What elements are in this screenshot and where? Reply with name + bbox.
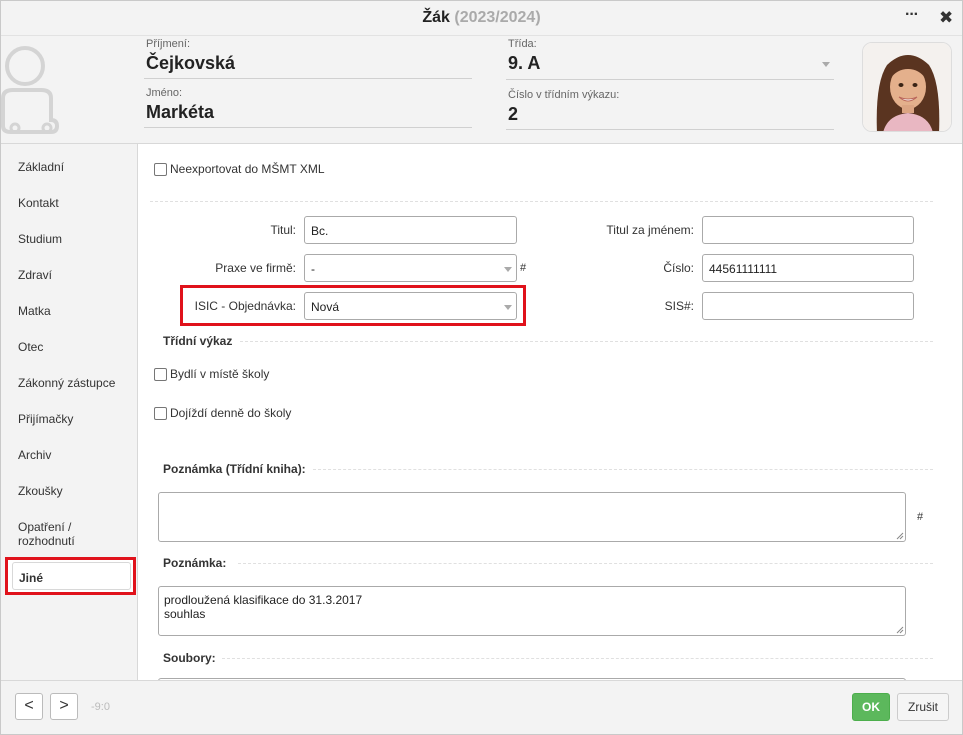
sidebar-nav: Základní Kontakt Studium Zdraví Matka Ot…: [1, 144, 138, 680]
poznamka-tk-heading: Poznámka (Třídní kniha):: [163, 462, 306, 476]
divider: [150, 201, 933, 202]
dojizdi-label: Dojíždí denně do školy: [170, 406, 292, 420]
no-export-label: Neexportovat do MŠMT XML: [170, 162, 325, 176]
title-text: Žák: [422, 9, 450, 26]
sis-label: SIS#:: [664, 299, 694, 313]
titul-label: Titul:: [270, 223, 296, 237]
bydli-label: Bydlí v místě školy: [170, 367, 270, 381]
praxe-select[interactable]: -: [304, 254, 517, 282]
titul-input[interactable]: Bc.: [304, 216, 517, 244]
sidebar-item-jine[interactable]: Jiné: [5, 557, 136, 595]
cancel-button[interactable]: Zrušit: [897, 693, 949, 721]
sidebar-item-matka[interactable]: Matka: [18, 304, 51, 318]
sis-input[interactable]: [702, 292, 914, 320]
name-field: Jméno: Markéta: [144, 87, 472, 128]
isic-value: Nová: [311, 300, 340, 314]
soubory-heading: Soubory:: [163, 651, 216, 665]
close-icon[interactable]: ✖: [939, 8, 953, 28]
poznamka-line2: souhlas: [164, 607, 206, 621]
title-years: (2023/2024): [454, 9, 541, 26]
tridni-vykaz-heading: Třídní výkaz: [163, 334, 233, 348]
class-number-label: Číslo v třídním výkazu:: [508, 89, 620, 101]
more-options-icon[interactable]: ···: [905, 6, 919, 24]
cislo-label: Číslo:: [663, 261, 694, 275]
titul-za-input[interactable]: [702, 216, 914, 244]
student-photo: [862, 42, 952, 132]
sidebar-item-zdravi[interactable]: Zdraví: [18, 268, 52, 282]
sidebar-item-zkousky[interactable]: Zkoušky: [18, 484, 63, 498]
next-button[interactable]: >: [50, 693, 78, 720]
divider: [222, 658, 933, 659]
poznamka-tk-hash-icon[interactable]: #: [917, 511, 923, 523]
sidebar-item-zakonny-zastupce[interactable]: Zákonný zástupce: [18, 376, 115, 390]
praxe-label: Praxe ve firmě:: [215, 261, 296, 275]
title-bar: Žák (2023/2024) ··· ✖: [1, 1, 962, 36]
bydli-checkbox[interactable]: [154, 368, 167, 381]
sidebar-item-studium[interactable]: Studium: [18, 232, 62, 246]
poznamka-tk-textarea[interactable]: [158, 492, 906, 542]
sidebar-item-otec[interactable]: Otec: [18, 340, 43, 354]
sidebar-item-archiv[interactable]: Archiv: [18, 448, 51, 462]
surname-label: Příjmení:: [146, 38, 191, 50]
student-header: Příjmení: Čejkovská Jméno: Markéta Třída…: [1, 36, 962, 144]
form-content: Neexportovat do MŠMT XML Titul: Bc. Titu…: [138, 144, 962, 680]
sidebar-item-prijimacky[interactable]: Přijímačky: [18, 412, 73, 426]
isic-label: ISIC - Objednávka:: [194, 299, 296, 313]
student-dialog: Žák (2023/2024) ··· ✖ Příjmení: Čejkovsk…: [0, 0, 963, 735]
dialog-title: Žák (2023/2024): [1, 9, 962, 27]
sidebar-item-jine-label: Jiné: [19, 571, 44, 585]
resize-grip-icon: [896, 532, 904, 540]
ok-button[interactable]: OK: [852, 693, 890, 721]
sidebar-item-opatreni-line2: rozhodnutí: [18, 534, 75, 548]
titul-za-label: Titul za jménem:: [606, 223, 694, 237]
cislo-input[interactable]: 44561111111: [702, 254, 914, 282]
sidebar-item-kontakt[interactable]: Kontakt: [18, 196, 59, 210]
name-value: Markéta: [146, 102, 215, 122]
poznamka-heading: Poznámka:: [163, 556, 227, 570]
prev-button[interactable]: <: [15, 693, 43, 720]
user-placeholder-icon: [1, 46, 60, 134]
chevron-down-icon: [504, 305, 512, 310]
divider: [240, 341, 933, 342]
class-number-field: Číslo v třídním výkazu: 2: [506, 89, 834, 130]
surname-field: Příjmení: Čejkovská: [144, 38, 472, 79]
class-label: Třída:: [508, 38, 537, 50]
divider: [238, 563, 933, 564]
photo-image: [863, 43, 951, 131]
class-value: 9. A: [508, 53, 541, 73]
poznamka-textarea[interactable]: prodloužená klasifikace do 31.3.2017 sou…: [158, 586, 906, 636]
chevron-down-icon: [822, 62, 830, 67]
name-label: Jméno:: [146, 87, 183, 99]
chevron-down-icon: [504, 267, 512, 272]
praxe-value: -: [311, 262, 315, 276]
dojizdi-checkbox[interactable]: [154, 407, 167, 420]
isic-select[interactable]: Nová: [304, 292, 517, 320]
record-counter: -9:0: [91, 701, 110, 713]
praxe-hash-icon[interactable]: #: [520, 262, 526, 274]
sidebar-item-opatreni[interactable]: Opatření / rozhodnutí: [18, 520, 75, 548]
poznamka-line1: prodloužená klasifikace do 31.3.2017: [164, 593, 363, 607]
dialog-footer: < > -9:0 OK Zrušit: [1, 680, 962, 734]
surname-value: Čejkovská: [146, 53, 236, 73]
sidebar-item-zakladni[interactable]: Základní: [18, 160, 64, 174]
class-select[interactable]: Třída: 9. A: [506, 38, 834, 80]
divider: [313, 469, 933, 470]
no-export-checkbox[interactable]: [154, 163, 167, 176]
sidebar-item-opatreni-line1: Opatření /: [18, 520, 72, 534]
class-number-value: 2: [508, 104, 519, 124]
resize-grip-icon: [896, 626, 904, 634]
